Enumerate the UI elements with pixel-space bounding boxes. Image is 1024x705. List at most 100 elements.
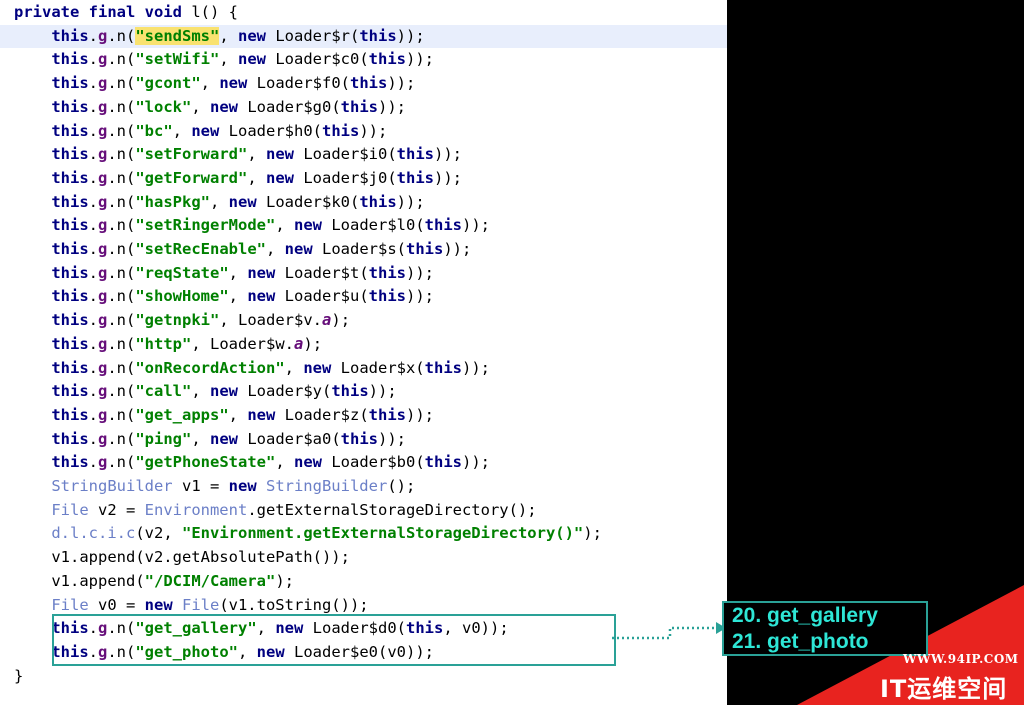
code-token: .	[88, 382, 98, 401]
code-token: "getPhoneState"	[135, 453, 276, 472]
code-token: v0 =	[88, 595, 145, 614]
code-token: (v1.toString());	[219, 595, 369, 614]
code-token: ,	[228, 405, 248, 424]
code-token: this	[424, 453, 462, 472]
code-token: this	[368, 263, 406, 282]
code-token: this	[51, 121, 89, 140]
code-token: this	[51, 358, 89, 377]
code-line: this.g.n("http", Loader$w.a);	[0, 333, 727, 356]
code-line: this.g.n("setRingerMode", new Loader$l0(…	[0, 214, 727, 237]
code-line: this.g.n("ping", new Loader$a0(this));	[0, 428, 727, 451]
code-token: .n(	[107, 287, 136, 306]
code-token: .n(	[107, 145, 136, 164]
code-token: v2 =	[88, 500, 145, 519]
code-token: this	[51, 192, 89, 211]
code-token: "http"	[135, 334, 192, 353]
code-token: ,	[228, 263, 248, 282]
code-token: g	[98, 216, 108, 235]
code-token: ));	[461, 358, 490, 377]
code-token: this	[406, 240, 444, 258]
code-token: "showHome"	[135, 287, 229, 306]
code-token: ));	[359, 121, 388, 140]
code-token: .	[88, 263, 98, 282]
code-token: ,	[266, 240, 285, 258]
code-token: this	[424, 216, 462, 235]
code-token: ,	[219, 50, 239, 69]
code-token: new	[247, 287, 285, 306]
code-token: this	[424, 358, 462, 377]
code-token: ));	[461, 453, 490, 472]
code-token: );	[583, 524, 602, 543]
callout-line-1: 20. get_gallery	[732, 604, 878, 627]
code-token: Loader$h0(	[228, 121, 322, 140]
code-token: this	[368, 50, 406, 69]
code-token: a	[322, 311, 332, 330]
code-token: StringBuilder	[51, 477, 173, 495]
code-token: new	[191, 121, 229, 140]
code-token: .	[88, 240, 98, 258]
code-token: ,	[247, 145, 266, 164]
code-token: g	[98, 240, 108, 258]
code-token: this	[350, 74, 388, 93]
callout-line-2: 21. get_photo	[732, 630, 869, 653]
code-line: this.g.n("showHome", new Loader$u(this))…	[0, 285, 727, 308]
side-panel	[727, 0, 1024, 705]
code-token: ,	[191, 334, 211, 353]
code-token: ,	[284, 358, 304, 377]
code-token: l() {	[191, 3, 238, 21]
code-token: Loader$b0(	[331, 453, 425, 472]
code-token: .n(	[107, 311, 136, 330]
code-line: v1.append("/DCIM/Camera");	[0, 570, 727, 593]
code-token: new	[284, 240, 322, 258]
code-token: "bc"	[135, 121, 173, 140]
code-token: Loader$r(	[275, 26, 360, 45]
code-token: StringBuilder	[265, 477, 388, 495]
code-line: StringBuilder v1 = new StringBuilder();	[0, 475, 727, 498]
code-token: g	[98, 453, 108, 472]
code-token: new	[303, 358, 341, 377]
code-token: "get_apps"	[135, 405, 229, 424]
code-token: ,	[172, 121, 192, 140]
code-token: "onRecordAction"	[135, 358, 285, 377]
code-token: this	[51, 240, 89, 258]
code-token: this	[359, 26, 397, 45]
code-token: }	[14, 666, 24, 685]
code-token: this	[359, 192, 397, 211]
code-token: .	[88, 334, 98, 353]
code-editor: private final void l() { this.g.n("sendS…	[0, 0, 727, 705]
code-token: this	[51, 74, 89, 93]
code-token: Loader$y(	[247, 382, 332, 401]
code-token: ));	[378, 429, 406, 448]
code-token: .n(	[107, 263, 136, 282]
code-token: new	[238, 50, 276, 69]
code-token: Environment	[144, 500, 248, 519]
code-token: .	[88, 405, 98, 424]
code-token: ,	[275, 216, 294, 235]
code-token: .n(	[107, 216, 136, 235]
code-token: Loader$g0(	[247, 97, 341, 116]
code-line: this.g.n("get_apps", new Loader$z(this))…	[0, 404, 727, 427]
code-token: Loader$u(	[284, 287, 369, 306]
code-token: ,	[200, 74, 220, 93]
code-token: this	[368, 287, 406, 306]
code-token: "call"	[135, 382, 192, 401]
code-line: this.g.n("bc", new Loader$h0(this));	[0, 120, 727, 143]
dotted-arrow-icon	[612, 622, 726, 640]
code-token: ,	[275, 453, 294, 472]
code-token: .n(	[107, 334, 136, 353]
code-token: new	[210, 97, 248, 116]
code-token: this	[51, 334, 89, 353]
code-token: .n(	[107, 358, 136, 377]
code-token: ,	[219, 311, 239, 330]
code-token: ));	[378, 97, 406, 116]
code-token: Loader$j0(	[303, 168, 397, 187]
code-line: d.l.c.i.c(v2, "Environment.getExternalSt…	[0, 522, 727, 545]
